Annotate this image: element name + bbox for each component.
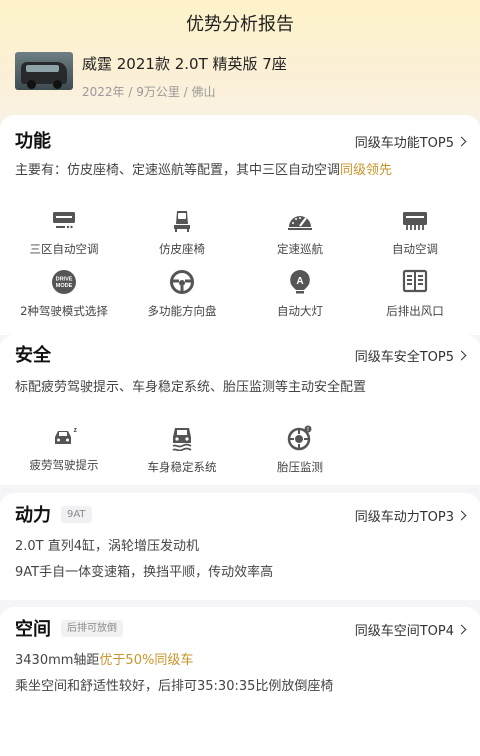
rear-vent-icon bbox=[402, 269, 428, 293]
leather-seat-icon bbox=[174, 211, 190, 232]
feature-label: 后排出风口 bbox=[386, 304, 444, 318]
section-title: 安全 bbox=[15, 345, 51, 366]
feature-item[interactable]: 车身稳定系统 bbox=[122, 425, 242, 475]
rank-label: 同级车功能TOP5 bbox=[354, 136, 454, 151]
svg-text:DRIVE: DRIVE bbox=[56, 277, 73, 283]
power-section: 动力 9AT 同级车动力TOP3 2.0T 直列4缸，涡轮增压发动机 9AT手自… bbox=[0, 493, 480, 600]
feature-item[interactable]: DRIVE MODE 2种驾驶模式选择 bbox=[4, 269, 124, 319]
stability-control-icon bbox=[172, 428, 192, 451]
auto-headlight-icon: A bbox=[290, 270, 310, 294]
feature-item[interactable]: ! 胎压监测 bbox=[240, 425, 360, 475]
chevron-right-icon bbox=[456, 624, 467, 635]
feature-label: 三区自动空调 bbox=[29, 242, 99, 256]
feature-item[interactable]: 自动空调 bbox=[355, 209, 475, 257]
cruise-control-icon bbox=[288, 216, 312, 230]
feature-label: 自动空调 bbox=[392, 242, 438, 256]
steering-wheel-icon bbox=[170, 270, 194, 294]
rank-label: 同级车安全TOP5 bbox=[354, 350, 454, 365]
page-title: 优势分析报告 bbox=[186, 14, 294, 35]
feature-label: 自动大灯 bbox=[277, 304, 323, 318]
safety-description: 标配疲劳驾驶提示、车身稳定系统、胎压监测等主动安全配置 bbox=[15, 380, 367, 395]
tire-pressure-icon: ! bbox=[287, 425, 312, 451]
power-engine-text: 2.0T 直列4缸，涡轮增压发动机 bbox=[15, 539, 200, 554]
section-title: 动力 bbox=[15, 505, 51, 526]
feature-label: 2种驾驶模式选择 bbox=[20, 304, 108, 318]
car-name: 威霆 2021款 2.0T 精英版 7座 bbox=[82, 55, 287, 73]
feature-item[interactable]: A 自动大灯 bbox=[240, 269, 360, 319]
space-wheelbase-text: 3430mm轴距优于50%同级车 bbox=[15, 652, 465, 670]
car-summary[interactable]: 威霆 2021款 2.0T 精英版 7座 2022年 / 9万公里 / 佛山 bbox=[15, 52, 287, 100]
chevron-right-icon bbox=[456, 136, 467, 147]
power-rank-link[interactable]: 同级车动力TOP3 bbox=[354, 506, 467, 525]
feature-item[interactable]: 多功能方向盘 bbox=[122, 269, 242, 319]
highlight-text: 同级领先 bbox=[340, 163, 393, 178]
feature-label: 车身稳定系统 bbox=[147, 460, 217, 474]
feature-item[interactable]: 后排出风口 bbox=[355, 269, 475, 319]
feature-label: 多功能方向盘 bbox=[147, 304, 217, 318]
function-section: 功能 同级车功能TOP5 主要有：仿皮座椅、定速巡航等配置，其中三区自动空调同级… bbox=[0, 115, 480, 335]
feature-label: 定速巡航 bbox=[277, 242, 323, 256]
description-text: 3430mm轴距 bbox=[15, 653, 100, 668]
feature-label: 疲劳驾驶提示 bbox=[29, 458, 99, 472]
feature-label: 胎压监测 bbox=[277, 460, 323, 474]
space-section: 空间 后排可放倒 同级车空间TOP4 3430mm轴距优于50%同级车 乘坐空间… bbox=[0, 607, 480, 756]
car-meta: 2022年 / 9万公里 / 佛山 bbox=[82, 85, 216, 99]
space-comfort-text: 乘坐空间和舒适性较好，后排可35:30:35比例放倒座椅 bbox=[15, 679, 334, 694]
chevron-right-icon bbox=[456, 510, 467, 521]
fatigue-warning-icon: z bbox=[55, 427, 78, 444]
feature-item[interactable]: z 疲劳驾驶提示 bbox=[4, 425, 124, 473]
section-title: 空间 bbox=[15, 619, 51, 640]
auto-ac-icon bbox=[403, 212, 427, 230]
safety-rank-link[interactable]: 同级车安全TOP5 bbox=[354, 346, 467, 365]
rank-label: 同级车空间TOP4 bbox=[354, 624, 454, 639]
space-rank-link[interactable]: 同级车空间TOP4 bbox=[354, 620, 467, 639]
function-description: 主要有：仿皮座椅、定速巡航等配置，其中三区自动空调同级领先 bbox=[15, 162, 465, 180]
svg-text:A: A bbox=[296, 276, 303, 287]
svg-text:MODE: MODE bbox=[56, 283, 73, 289]
section-tag: 后排可放倒 bbox=[61, 619, 123, 637]
section-title: 功能 bbox=[15, 131, 51, 152]
feature-item[interactable]: 三区自动空调 bbox=[4, 209, 124, 257]
highlight-text: 优于50%同级车 bbox=[99, 653, 194, 668]
feature-label: 仿皮座椅 bbox=[159, 242, 205, 256]
chevron-right-icon bbox=[456, 350, 467, 361]
svg-text:z: z bbox=[74, 427, 78, 434]
tri-zone-ac-icon bbox=[53, 212, 75, 229]
rank-label: 同级车动力TOP3 bbox=[354, 510, 454, 525]
description-text: 主要有：仿皮座椅、定速巡航等配置，其中三区自动空调 bbox=[15, 163, 341, 178]
feature-item[interactable]: 仿皮座椅 bbox=[122, 209, 242, 257]
power-transmission-text: 9AT手自一体变速箱，换挡平顺，传动效率高 bbox=[15, 565, 274, 580]
safety-section: 安全 同级车安全TOP5 标配疲劳驾驶提示、车身稳定系统、胎压监测等主动安全配置… bbox=[0, 335, 480, 485]
drive-mode-icon: DRIVE MODE bbox=[52, 270, 76, 294]
feature-item[interactable]: 定速巡航 bbox=[240, 209, 360, 257]
section-tag: 9AT bbox=[61, 505, 92, 523]
car-thumbnail bbox=[15, 52, 73, 90]
function-rank-link[interactable]: 同级车功能TOP5 bbox=[354, 132, 467, 151]
